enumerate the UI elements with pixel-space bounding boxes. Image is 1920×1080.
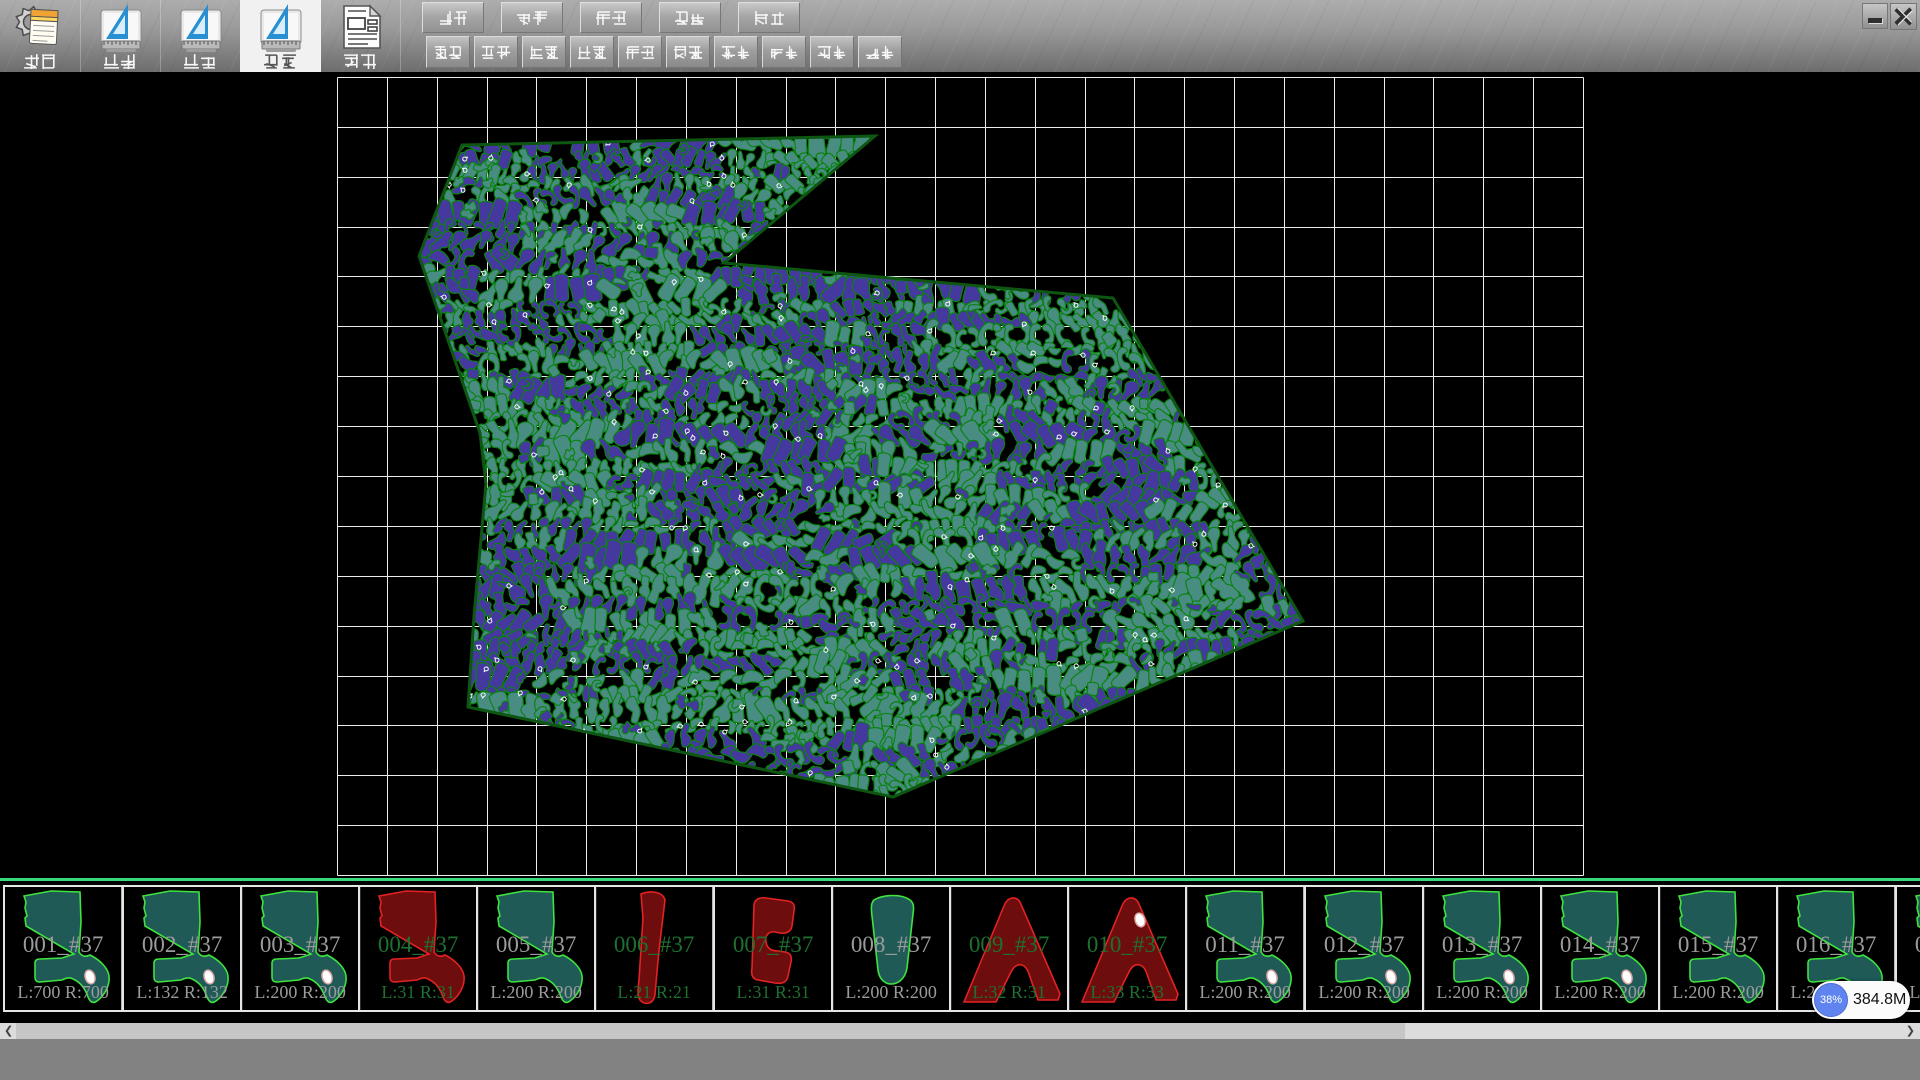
svg-text:L:200 R:200: L:200 R:200 [1909,982,1920,1002]
svg-text:L:32 R:31: L:32 R:31 [972,982,1046,1002]
svg-text:L:132 R:132: L:132 R:132 [136,982,228,1002]
svg-text:005_#37: 005_#37 [496,932,577,957]
svg-text:017_#37: 017_#37 [1915,932,1920,957]
svg-text:L:200 R:200: L:200 R:200 [845,982,937,1002]
svg-text:003_#37: 003_#37 [260,932,341,957]
svg-text:008_#37: 008_#37 [851,932,932,957]
svg-text:011_#37: 011_#37 [1205,932,1285,957]
svg-text:010_#37: 010_#37 [1087,932,1168,957]
svg-text:L:200 R:200: L:200 R:200 [254,982,346,1002]
svg-text:015_#37: 015_#37 [1678,932,1759,957]
svg-text:L:200 R:200: L:200 R:200 [1199,982,1291,1002]
svg-text:L:31 R:31: L:31 R:31 [736,982,810,1002]
svg-text:L:200 R:200: L:200 R:200 [1318,982,1410,1002]
svg-text:004_#37: 004_#37 [378,932,459,957]
svg-text:016_#37: 016_#37 [1796,932,1877,957]
svg-text:L:200 R:200: L:200 R:200 [490,982,582,1002]
svg-text:007_#37: 007_#37 [733,932,814,957]
svg-text:L:200 R:200: L:200 R:200 [1436,982,1528,1002]
svg-text:012_#37: 012_#37 [1324,932,1405,957]
svg-text:013_#37: 013_#37 [1442,932,1523,957]
svg-text:001_#37: 001_#37 [23,932,104,957]
svg-text:002_#37: 002_#37 [142,932,223,957]
svg-text:L:200 R:200: L:200 R:200 [1554,982,1646,1002]
svg-text:009_#37: 009_#37 [969,932,1050,957]
svg-text:006_#37: 006_#37 [614,932,695,957]
svg-text:L:31 R:31: L:31 R:31 [381,982,455,1002]
svg-text:L:200 R:200: L:200 R:200 [1672,982,1764,1002]
svg-text:L:33 R:33: L:33 R:33 [1090,982,1164,1002]
svg-text:L:21 R:21: L:21 R:21 [617,982,691,1002]
svg-text:L:700 R:700: L:700 R:700 [17,982,109,1002]
svg-text:014_#37: 014_#37 [1560,932,1641,957]
